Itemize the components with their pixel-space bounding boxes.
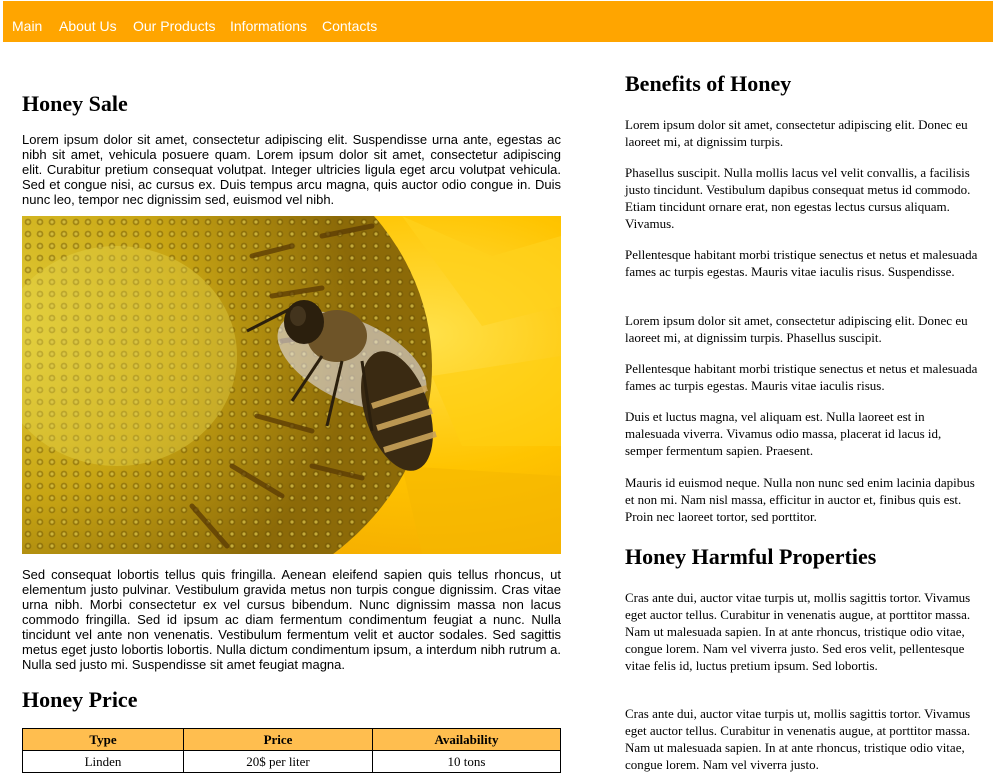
table-cell-price: 20$ per liter (183, 750, 373, 773)
benefits-paragraph-6: Duis et luctus magna, vel aliquam est. N… (625, 409, 942, 458)
benefits-paragraph-7: Mauris id euismod neque. Nulla non nunc … (625, 475, 975, 524)
benefits-paragraph-4: Lorem ipsum dolor sit amet, consectetur … (625, 313, 968, 345)
top-navbar: Main About Us Our Products Informations … (3, 1, 993, 42)
benefits-paragraph-2: Phasellus suscipit. Nulla mollis lacus v… (625, 165, 971, 231)
table-row: Linden 20$ per liter 10 tons (22, 750, 561, 773)
bee-on-sunflower-image (22, 216, 561, 554)
nav-link-our-products[interactable]: Our Products (133, 18, 215, 34)
benefits-paragraph-5: Pellentesque habitant morbi tristique se… (625, 361, 978, 393)
honey-price-table: Type Price Availability Linden 20$ per l… (22, 728, 561, 773)
honey-sale-heading: Honey Sale (22, 91, 128, 116)
honey-sale-intro: Lorem ipsum dolor sit amet, consectetur … (22, 132, 561, 207)
harmful-paragraph-2: Cras ante dui, auctor vitae turpis ut, m… (625, 706, 971, 772)
benefits-paragraph-3: Pellentesque habitant morbi tristique se… (625, 247, 978, 279)
benefits-heading: Benefits of Honey (625, 71, 792, 96)
benefits-paragraph-1: Lorem ipsum dolor sit amet, consectetur … (625, 117, 968, 149)
table-cell-type: Linden (22, 750, 184, 773)
nav-link-contacts[interactable]: Contacts (322, 18, 377, 34)
nav-link-main[interactable]: Main (12, 18, 42, 34)
harmful-paragraph-1: Cras ante dui, auctor vitae turpis ut, m… (625, 590, 971, 673)
column-header-price: Price (183, 728, 373, 751)
nav-link-about-us[interactable]: About Us (59, 18, 117, 34)
column-header-type: Type (22, 728, 184, 751)
column-header-availability: Availability (372, 728, 561, 751)
harmful-properties-heading: Honey Harmful Properties (625, 544, 877, 569)
table-cell-availability: 10 tons (372, 750, 561, 773)
table-header-row: Type Price Availability (22, 728, 561, 751)
honey-sale-body: Sed consequat lobortis tellus quis fring… (22, 567, 561, 672)
nav-link-informations[interactable]: Informations (230, 18, 307, 34)
honey-price-heading: Honey Price (22, 687, 138, 712)
